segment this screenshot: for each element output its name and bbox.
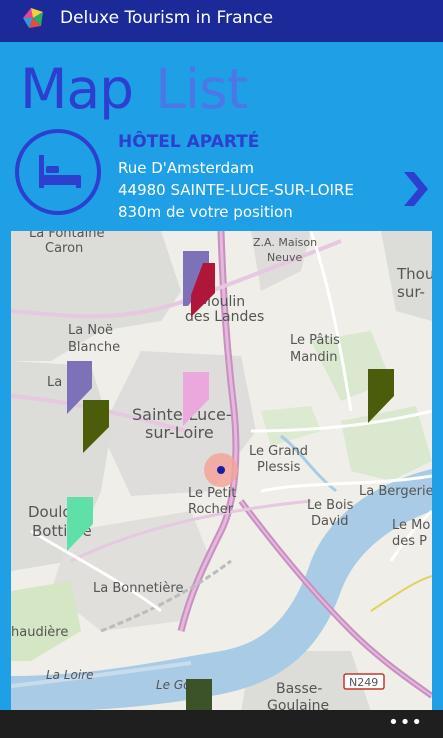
map-label-chaudiere: haudière bbox=[11, 625, 68, 640]
map-label-la-loire: La Loire bbox=[46, 668, 94, 682]
map-label-basse: Basse- bbox=[276, 681, 322, 697]
map-label-thouare: Thou bbox=[396, 265, 432, 283]
map-label-le-bois: Le Bois bbox=[307, 498, 354, 513]
map-label-la-bergerie: La Bergerie bbox=[359, 484, 432, 499]
map-label-la-fontaine: La Fontaine bbox=[29, 231, 104, 241]
road-label-n249: N249 bbox=[349, 676, 378, 689]
map-label-thouare-2: sur- bbox=[397, 283, 425, 301]
map-label-le-mo: Le Mo bbox=[392, 518, 430, 533]
map-label-rocher: Rocher bbox=[188, 502, 234, 517]
map-label-des-landes: des Landes bbox=[185, 309, 264, 325]
map-view[interactable]: La Fontaine Caron Z.A. Maison Neuve Thou… bbox=[11, 231, 432, 712]
current-location-icon bbox=[204, 453, 238, 487]
map-label-blanche: Blanche bbox=[68, 340, 120, 355]
map-label-le-patis: Le Pâtis bbox=[290, 333, 340, 348]
tab-map[interactable]: Map bbox=[20, 57, 134, 121]
hotel-icon-circle[interactable] bbox=[15, 129, 101, 215]
map-label-neuve: Neuve bbox=[267, 251, 302, 264]
map-label-plessis: Plessis bbox=[257, 460, 301, 475]
map-label-le-petit: Le Petit bbox=[188, 486, 236, 501]
hotel-city: 44980 SAINTE-LUCE-SUR-LOIRE bbox=[118, 181, 354, 199]
hotel-street: Rue D'Amsterdam bbox=[118, 159, 254, 177]
map-label-la-noe: La Noë bbox=[68, 323, 113, 338]
bed-icon bbox=[39, 155, 81, 188]
app-bar: ••• bbox=[0, 710, 443, 738]
tab-list[interactable]: List bbox=[155, 57, 248, 121]
hotel-distance: 830m de votre position bbox=[118, 203, 293, 221]
map-label-sainte-luce: Sainte-Luce- bbox=[132, 405, 232, 424]
title-bar: Deluxe Tourism in France bbox=[0, 0, 443, 42]
map-canvas[interactable]: La Fontaine Caron Z.A. Maison Neuve Thou… bbox=[11, 231, 432, 712]
map-label-sur-loire: sur-Loire bbox=[145, 423, 214, 442]
app-title: Deluxe Tourism in France bbox=[60, 8, 274, 28]
more-options-button[interactable]: ••• bbox=[388, 712, 423, 733]
pivot-header: Map List bbox=[20, 56, 248, 126]
marker-darkgreen[interactable] bbox=[186, 679, 212, 712]
map-label-des-p: des P bbox=[392, 534, 427, 549]
road-sign-n249: N249 bbox=[343, 673, 385, 690]
map-label-david: David bbox=[311, 514, 349, 529]
hotel-name[interactable]: HÔTEL APARTÉ bbox=[118, 132, 259, 152]
map-label-za-maison: Z.A. Maison bbox=[253, 236, 317, 249]
map-label-la-bonnetiere: La Bonnetière bbox=[93, 581, 183, 596]
map-label-mandin: Mandin bbox=[290, 350, 338, 365]
map-label-caron: Caron bbox=[45, 241, 83, 256]
map-label-le-grand: Le Grand bbox=[249, 444, 308, 459]
app-logo-icon bbox=[23, 8, 43, 28]
chevron-right-icon[interactable] bbox=[400, 170, 430, 208]
